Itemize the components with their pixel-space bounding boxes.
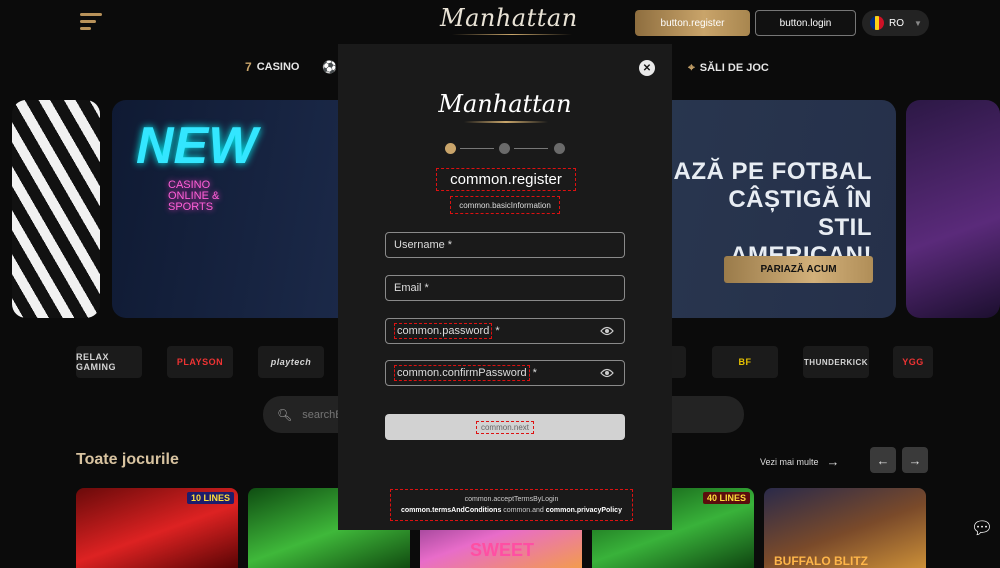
game-title: BUFFALO BLITZ [774, 554, 868, 568]
login-button[interactable]: button.login [755, 10, 856, 36]
terms-notice: common.acceptTermsByLogin common.termsAn… [390, 489, 633, 521]
step-connector [514, 148, 548, 149]
next-page-button[interactable]: → [902, 447, 928, 473]
chat-icon[interactable]: 💬︎ [968, 514, 996, 542]
step-connector [460, 148, 494, 149]
ball-icon: ⚽ [322, 60, 337, 74]
password-field[interactable]: common.password * [385, 318, 625, 344]
username-field[interactable]: Username * [385, 232, 625, 258]
modal-logo: Manhattan [438, 90, 572, 118]
step-indicator [445, 143, 565, 155]
register-button[interactable]: button.register [635, 10, 750, 36]
provider-relax[interactable]: RELAX GAMING [76, 346, 142, 378]
nav-item-label: SĂLI DE JOC [699, 61, 769, 74]
password-placeholder: common.password [394, 323, 493, 339]
privacy-link[interactable]: common.privacyPolicy [546, 507, 622, 514]
language-selector[interactable]: RO ▼ [862, 10, 929, 36]
language-code: RO [889, 17, 904, 29]
terms-link[interactable]: common.termsAndConditions [401, 507, 501, 514]
banner-neon-subtitle: CASINO ONLINE & SPORTS [168, 179, 220, 213]
section-title: Toate jocurile [76, 451, 179, 468]
arrow-left-icon: ← [876, 452, 890, 468]
step-dot-active [445, 143, 456, 154]
banner-headline: AZĂ PE FOTBAL CÂȘTIGĂ ÎN STIL AMERICAN! [673, 158, 872, 269]
nav-item-sali-de-joc[interactable]: ⌖ SĂLI DE JOC [688, 60, 769, 75]
confirm-password-placeholder: common.confirmPassword [394, 365, 530, 381]
close-button[interactable]: ✕ [639, 60, 655, 76]
provider-playson[interactable]: PLAYSON [167, 346, 233, 378]
confirm-password-field[interactable]: common.confirmPassword * [385, 360, 625, 386]
modal-title: common.register [436, 168, 576, 191]
page: Manhattan button.register button.login R… [0, 0, 1000, 568]
step-dot [554, 143, 565, 154]
email-field[interactable]: Email * [385, 275, 625, 301]
username-placeholder: Username * [394, 239, 453, 251]
lines-badge: 40 LINES [702, 492, 750, 504]
email-placeholder: Email * [394, 282, 429, 294]
location-pin-icon: ⌖ [688, 60, 695, 74]
site-logo[interactable]: Manhattan [440, 4, 578, 35]
nav-item-label: CASINO [256, 61, 300, 73]
arrow-right-icon: → [908, 452, 922, 468]
modal-subtitle: common.basicInformation [450, 196, 560, 214]
banner-previous[interactable] [12, 100, 100, 318]
provider-bf[interactable]: BF [712, 346, 778, 378]
banner-next[interactable] [906, 100, 1000, 318]
prev-page-button[interactable]: ← [870, 447, 896, 473]
nav-item-casino[interactable]: 7 CASINO [245, 60, 299, 74]
arrow-right-icon: → [826, 454, 840, 469]
next-button[interactable]: common.next [385, 414, 625, 440]
register-modal: ✕ Manhattan common.register common.basic… [338, 44, 672, 530]
game-title: SWEET [470, 540, 535, 560]
terms-and: common.and [503, 507, 544, 514]
logo-underline [464, 121, 548, 123]
search-icon: 🔍︎ [277, 407, 293, 422]
banner-neon-title: NEW [136, 117, 258, 175]
game-card[interactable]: 10 LINES [76, 488, 238, 568]
provider-playtech[interactable]: playtech [258, 346, 324, 378]
next-button-label: common.next [475, 420, 535, 434]
banner-cta-button[interactable]: PARIAZĂ ACUM [724, 256, 873, 283]
eye-icon[interactable] [600, 325, 614, 337]
see-more-label: Vezi mai multe [760, 456, 819, 467]
terms-intro: common.acceptTermsByLogin [464, 496, 559, 503]
lines-badge: 10 LINES [186, 492, 234, 504]
top-header: Manhattan button.register button.login R… [0, 0, 1000, 46]
see-more-link[interactable]: Vezi mai multe → [760, 454, 840, 469]
required-mark: * [495, 325, 500, 337]
chevron-down-icon: ▼ [914, 18, 922, 28]
provider-yggdrasil[interactable]: YGG [893, 346, 933, 378]
romania-flag-icon [870, 16, 884, 30]
required-mark: * [532, 367, 537, 379]
menu-icon[interactable] [80, 13, 102, 33]
step-dot [499, 143, 510, 154]
provider-thunderkick[interactable]: THUNDERKICK [803, 346, 869, 378]
game-card[interactable]: BUFFALO BLITZ [764, 488, 926, 568]
seven-icon: 7 [245, 60, 252, 74]
eye-icon[interactable] [600, 367, 614, 379]
close-icon: ✕ [642, 62, 652, 74]
